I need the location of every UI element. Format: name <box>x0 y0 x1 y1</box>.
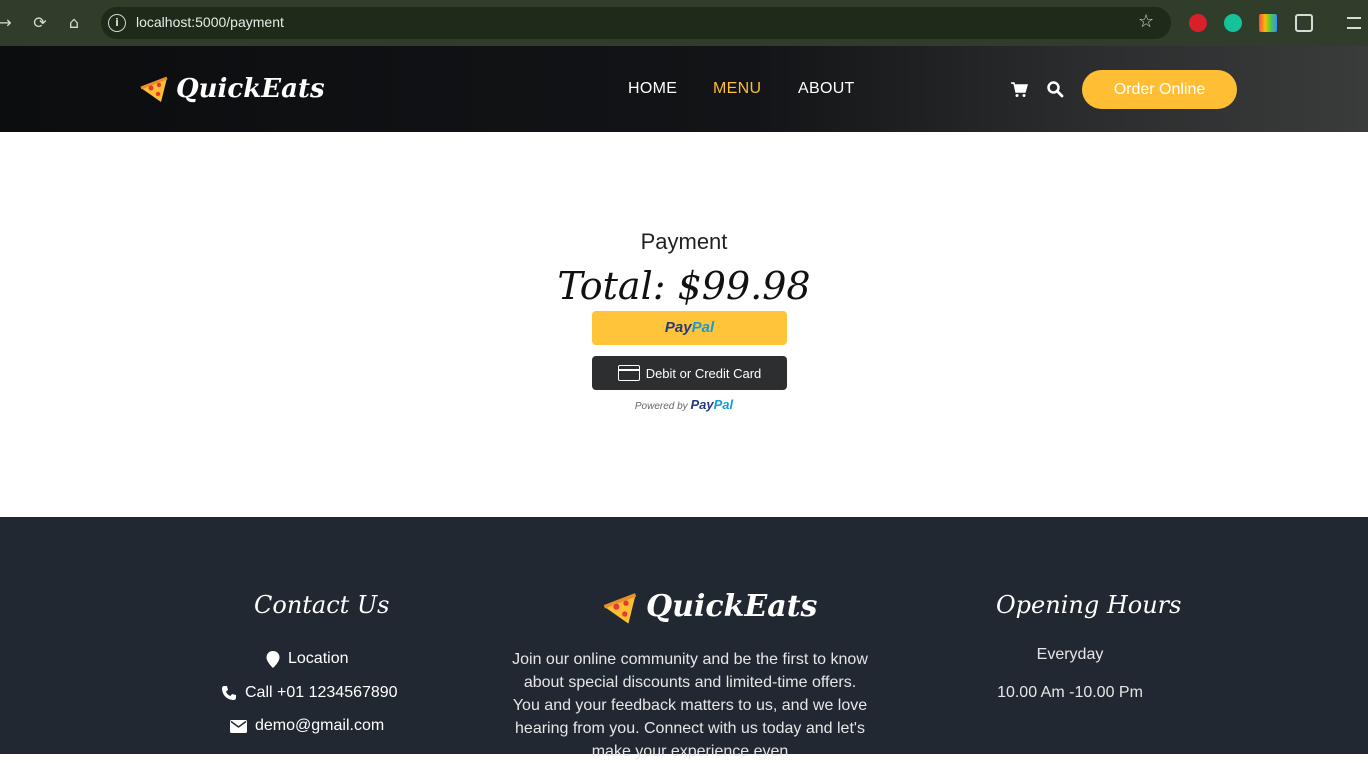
paypal-button[interactable]: PayPal <box>592 311 787 345</box>
phone-icon <box>222 686 236 700</box>
pizza-logo-icon <box>140 76 168 102</box>
paypal-wordmark-part2: Pal <box>691 319 715 336</box>
contact-phone[interactable]: Call +01 1234567890 <box>221 684 398 702</box>
envelope-icon <box>230 719 247 733</box>
contact-email[interactable]: demo@gmail.com <box>230 717 384 735</box>
reload-icon[interactable]: ⟳ <box>29 12 51 34</box>
bookmark-star-icon[interactable]: ☆ <box>1138 11 1154 32</box>
nav-home[interactable]: HOME <box>628 80 677 98</box>
extension-color-icon[interactable] <box>1259 14 1277 32</box>
payment-title: Payment <box>640 229 728 254</box>
extension-adblock-icon[interactable] <box>1189 14 1207 32</box>
contact-heading: Contact Us <box>254 591 390 619</box>
opening-hours-heading: Opening Hours <box>996 591 1182 619</box>
opening-time: 10.00 Am -10.00 Pm <box>997 684 1143 701</box>
home-icon[interactable]: ⌂ <box>63 12 85 34</box>
map-marker-icon <box>266 650 280 668</box>
footer-description: Join our online community and be the fir… <box>512 651 868 760</box>
address-url[interactable]: localhost:5000/payment <box>136 14 284 30</box>
payment-total: Total: $99.98 <box>557 264 811 308</box>
email-text: demo@gmail.com <box>255 717 385 734</box>
powered-by-text: Powered by <box>634 401 688 412</box>
credit-card-icon <box>617 365 640 381</box>
powered-brand-part2: Pal <box>713 397 734 412</box>
debit-credit-card-button[interactable]: Debit or Credit Card <box>592 356 787 390</box>
nav-about[interactable]: ABOUT <box>798 80 855 98</box>
site-info-icon[interactable]: i <box>108 14 126 32</box>
footer-pizza-logo-icon <box>603 593 637 624</box>
extensions-puzzle-icon[interactable] <box>1295 14 1313 32</box>
order-online-button[interactable]: Order Online <box>1082 70 1237 109</box>
nav-menu[interactable]: MENU <box>713 80 761 98</box>
cart-icon[interactable] <box>1010 80 1028 98</box>
brand-logo[interactable]: QuickEats <box>176 74 325 104</box>
reading-list-icon[interactable] <box>1347 17 1361 29</box>
location-text: Location <box>288 650 349 667</box>
phone-text: Call +01 1234567890 <box>245 684 398 701</box>
opening-days: Everyday <box>1036 646 1104 663</box>
powered-by-paypal: Powered by PayPal <box>0 397 1368 412</box>
search-icon[interactable] <box>1046 80 1064 98</box>
card-button-label: Debit or Credit Card <box>645 365 762 381</box>
forward-icon[interactable]: → <box>0 12 16 34</box>
extension-grammarly-icon[interactable] <box>1224 14 1242 32</box>
footer-brand: QuickEats <box>646 589 818 624</box>
powered-brand-part1: Pay <box>690 397 714 412</box>
contact-location[interactable]: Location <box>266 650 349 668</box>
paypal-wordmark-part1: Pay <box>664 319 692 336</box>
